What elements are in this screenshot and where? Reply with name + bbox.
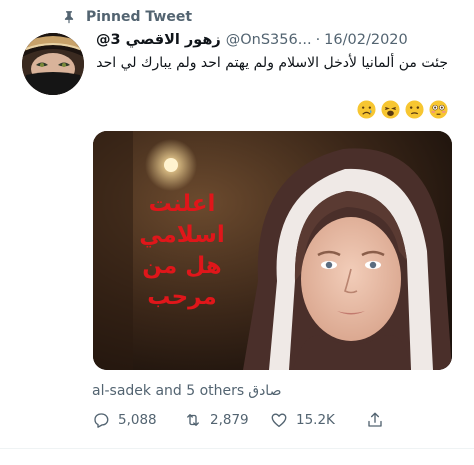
crying-face-icon [357,100,376,119]
reply-button[interactable]: 5,088 [92,411,184,429]
reply-count: 5,088 [118,412,157,428]
tweet-text: جئت من ألمانيا لأدخل الاسلام ولم يهتم اح… [96,55,448,71]
like-button[interactable]: 15.2K [270,411,366,429]
tweet-header: زهور الاقصي 3@ @OnS356... · 16/02/2020 [96,30,466,50]
liked-by-row[interactable]: al-sadek and 5 others صادق [92,381,392,401]
share-icon [368,412,382,427]
reply-icon [94,413,109,428]
like-icon [271,413,287,428]
retweet-icon [187,414,199,426]
emoji-row [357,100,448,122]
display-name[interactable]: زهور الاقصي 3@ [96,32,221,48]
image-overlay-text: اعلنت اسلامي هل من مرحب [107,189,257,313]
flushed-face-icon [429,100,448,119]
pin-icon [64,11,74,24]
confused-face-icon [405,100,424,119]
separator-dot: · [315,32,321,48]
avatar[interactable] [22,33,84,95]
overlay-line: هل من [142,253,222,279]
liked-by-arabic-name: صادق [248,383,282,399]
tweet-actions: 5,088 2,879 15.2K [92,405,392,435]
retweet-button[interactable]: 2,879 [184,411,270,429]
share-button[interactable] [366,411,384,429]
user-handle[interactable]: @OnS356... [226,32,312,48]
overlay-line: اعلنت [148,191,216,217]
retweet-count: 2,879 [210,412,249,428]
tweet-image[interactable]: اعلنت اسلامي هل من مرحب [93,131,452,370]
tweet-date[interactable]: 16/02/2020 [324,32,408,48]
overlay-line: اسلامي [139,222,225,248]
pinned-label: Pinned Tweet [86,9,193,25]
like-count: 15.2K [296,412,335,428]
liked-by-text: al-sadek and 5 others [92,383,245,399]
pinned-tweet-indicator: Pinned Tweet [62,6,192,28]
weary-face-icon [381,100,400,119]
overlay-line: مرحب [147,284,217,310]
divider [0,448,474,449]
